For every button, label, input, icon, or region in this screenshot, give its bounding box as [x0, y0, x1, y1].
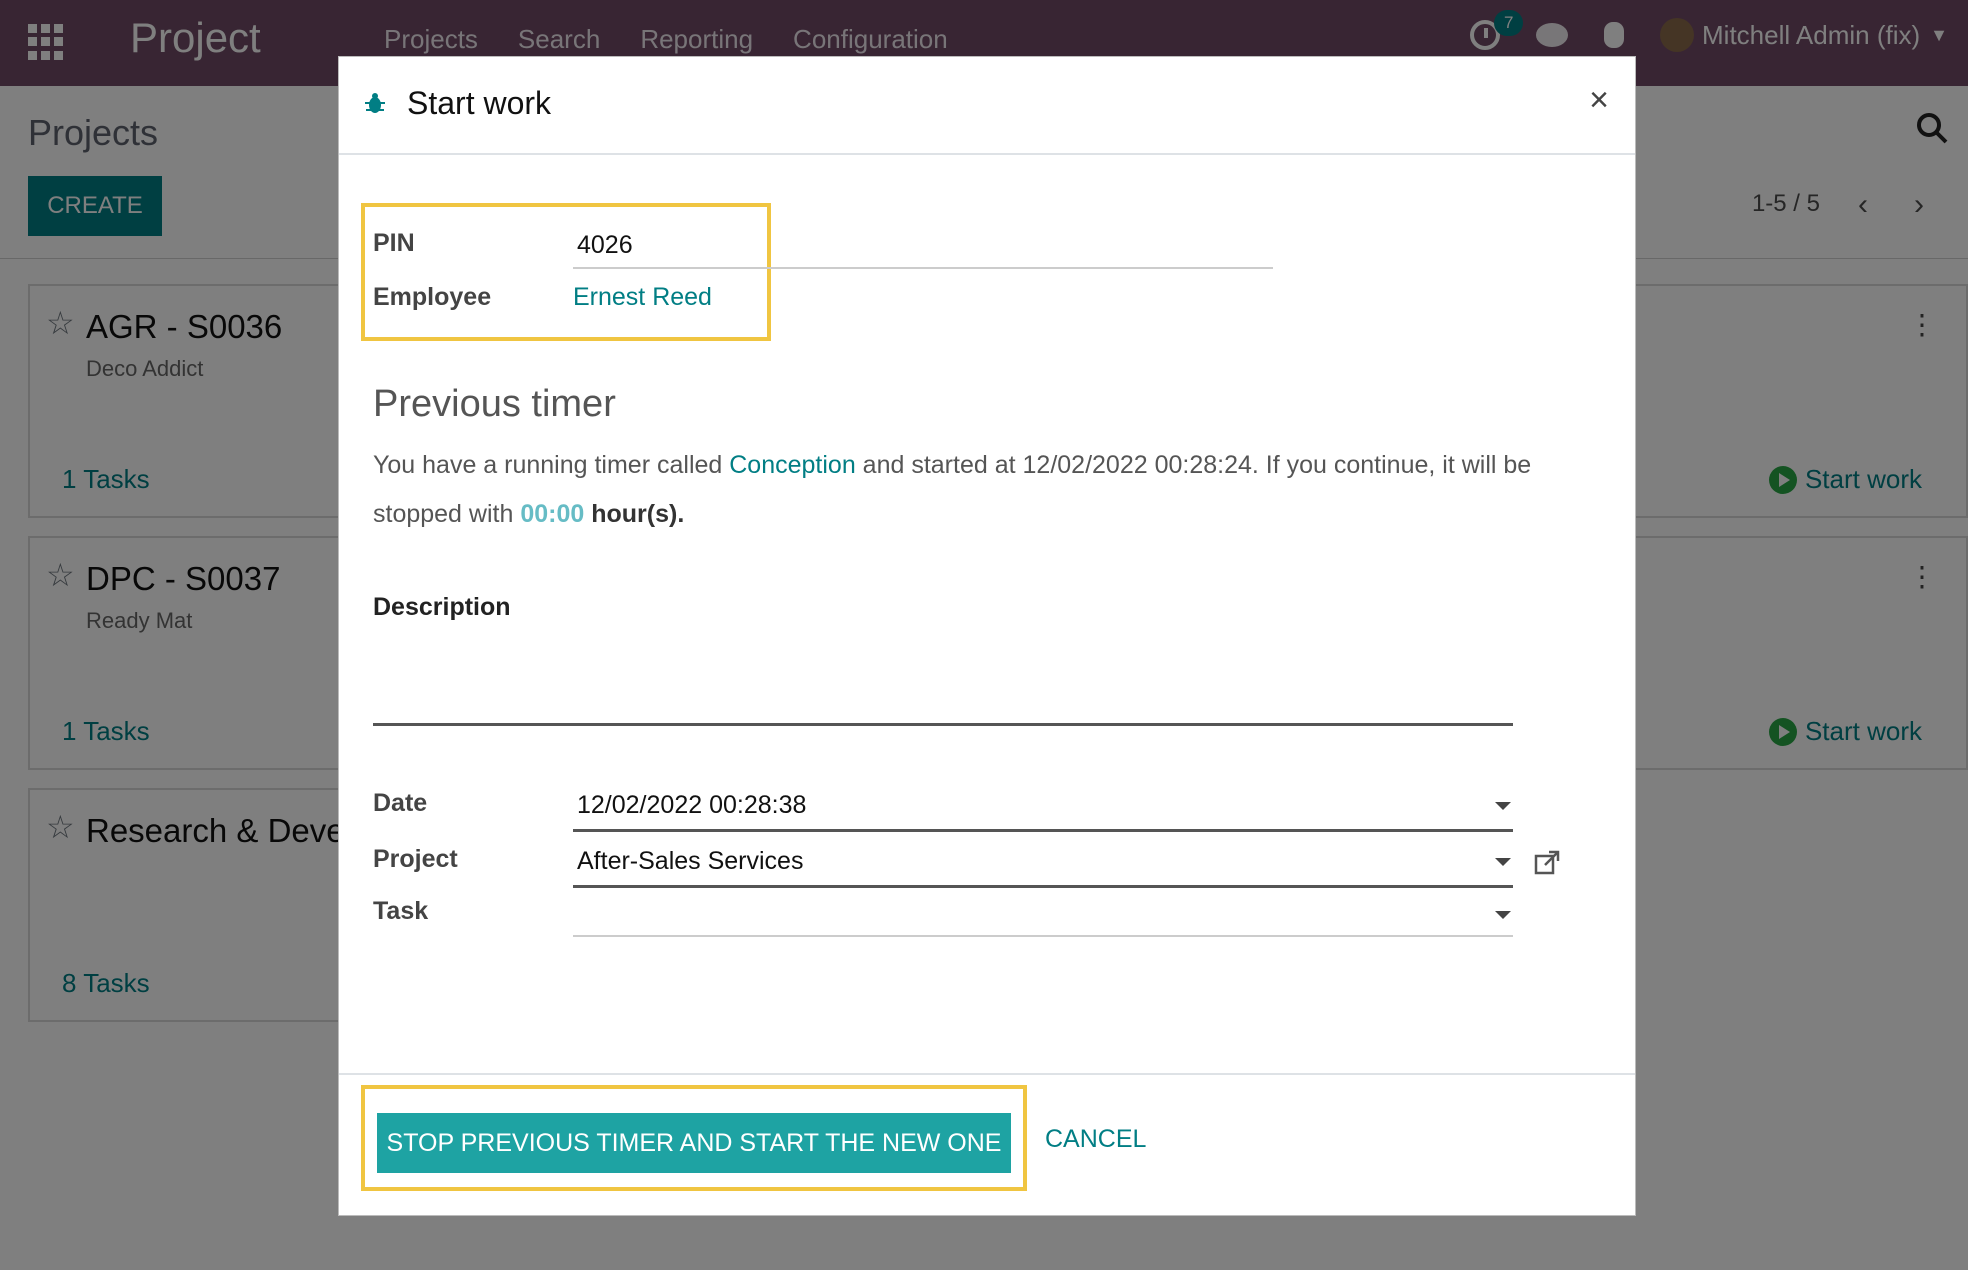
- date-label: Date: [373, 789, 428, 817]
- timer-task-link[interactable]: Conception: [729, 451, 855, 479]
- stop-and-start-button[interactable]: STOP PREVIOUS TIMER AND START THE NEW ON…: [377, 1113, 1011, 1173]
- previous-timer-heading: Previous timer: [373, 383, 616, 425]
- previous-timer-text: You have a running timer called Concepti…: [373, 441, 1553, 539]
- highlight-box: [361, 203, 771, 341]
- chevron-down-icon[interactable]: [1495, 802, 1511, 810]
- start-work-dialog: Start work × PIN 4026 Employee Ernest Re…: [338, 56, 1636, 1216]
- description-label: Description: [373, 593, 511, 621]
- external-link-icon[interactable]: [1533, 849, 1561, 877]
- dialog-title: Start work: [407, 85, 552, 121]
- task-underline: [573, 935, 1513, 937]
- project-field[interactable]: After-Sales Services: [577, 847, 803, 876]
- close-icon[interactable]: ×: [1589, 81, 1609, 120]
- project-label: Project: [373, 845, 458, 873]
- pin-field[interactable]: 4026: [577, 231, 633, 260]
- employee-label: Employee: [373, 283, 492, 311]
- bug-icon: [365, 93, 385, 113]
- timer-text: hour(s).: [584, 500, 685, 528]
- cancel-button[interactable]: CANCEL: [1045, 1125, 1146, 1154]
- task-label: Task: [373, 897, 429, 925]
- pin-label: PIN: [373, 229, 415, 257]
- dialog-header: Start work ×: [339, 57, 1635, 155]
- chevron-down-icon[interactable]: [1495, 911, 1511, 919]
- date-field[interactable]: 12/02/2022 00:28:38: [577, 791, 806, 820]
- chevron-down-icon[interactable]: [1495, 858, 1511, 866]
- timer-text: You have a running timer called: [373, 451, 730, 479]
- pin-underline: [573, 267, 1273, 269]
- timer-hours: 00:00: [520, 500, 585, 528]
- dialog-footer: STOP PREVIOUS TIMER AND START THE NEW ON…: [339, 1073, 1635, 1217]
- employee-link[interactable]: Ernest Reed: [573, 283, 712, 312]
- description-field[interactable]: [373, 723, 1513, 726]
- project-underline: [573, 885, 1513, 888]
- date-underline: [573, 829, 1513, 832]
